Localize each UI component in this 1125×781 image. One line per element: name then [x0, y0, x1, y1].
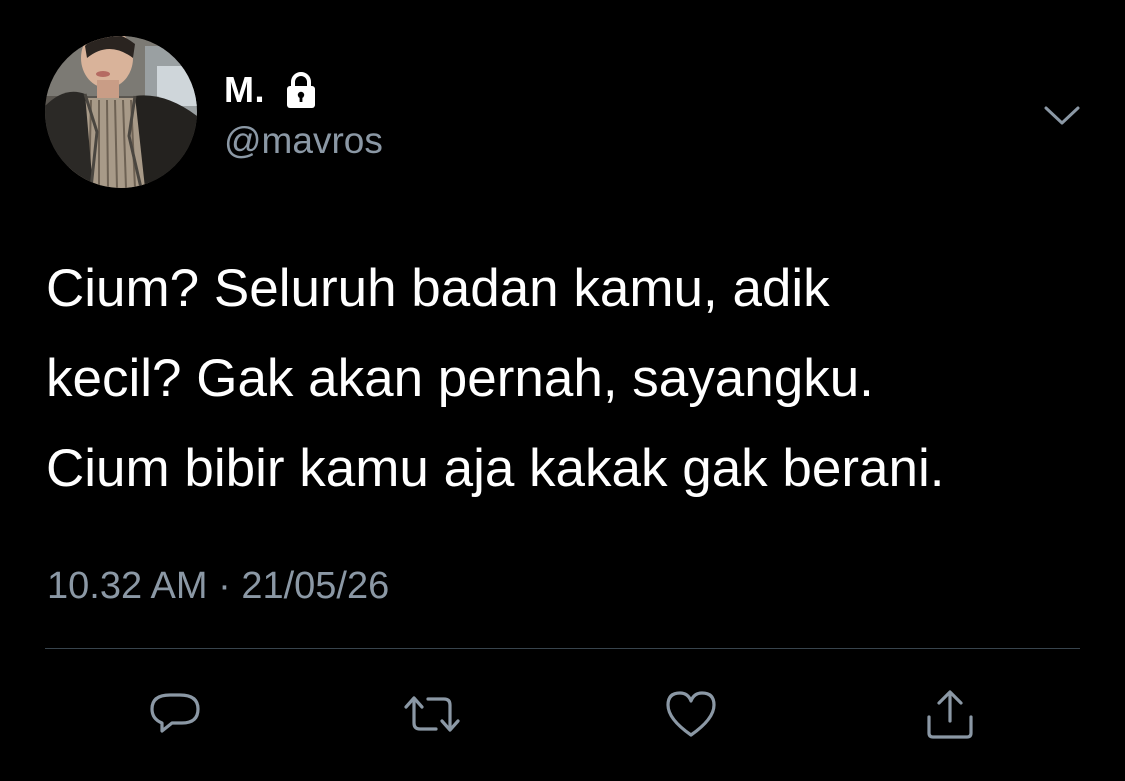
tweet-time[interactable]: 10.32 AM [47, 565, 208, 607]
retweet-button[interactable] [400, 682, 464, 746]
divider [45, 648, 1080, 649]
tweet-text-line: Cium? Seluruh badan kamu, adik [46, 259, 830, 318]
retweet-icon [400, 685, 464, 743]
avatar[interactable] [45, 36, 197, 188]
tweet-text-line: Cium bibir kamu aja kakak gak berani. [46, 439, 945, 498]
tweet-text-line: kecil? Gak akan pernah, sayangku. [46, 349, 874, 408]
meta-separator: · [218, 565, 231, 607]
tweet-text: Cium? Seluruh badan kamu, adik kecil? Ga… [46, 244, 1086, 514]
lock-icon [281, 70, 321, 110]
user-handle[interactable]: @mavros [224, 118, 383, 164]
chevron-down-icon[interactable] [1040, 96, 1084, 136]
display-name[interactable]: M. [224, 69, 265, 111]
like-button[interactable] [659, 682, 723, 746]
share-icon [921, 685, 979, 743]
reply-icon [146, 685, 204, 743]
display-name-row[interactable]: M. [224, 64, 321, 116]
avatar-photo [45, 36, 197, 188]
reply-button[interactable] [143, 682, 207, 746]
tweet-date[interactable]: 21/05/26 [241, 565, 389, 607]
share-button[interactable] [918, 682, 982, 746]
tweet-timestamp: 10.32 AM · 21/05/26 [47, 563, 389, 609]
like-icon [662, 685, 720, 743]
